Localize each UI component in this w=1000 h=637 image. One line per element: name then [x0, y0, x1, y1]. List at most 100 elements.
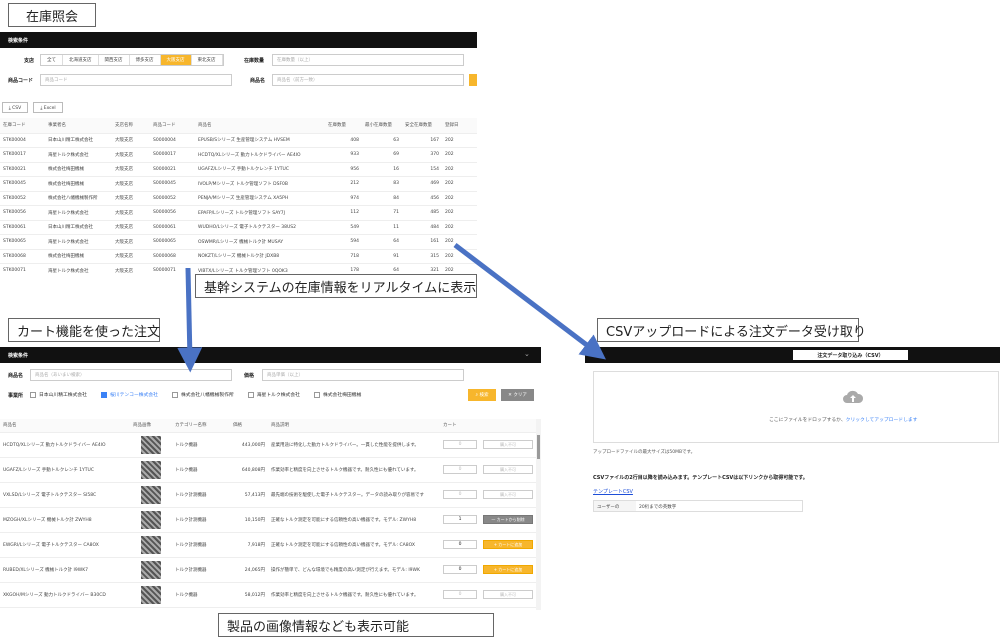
- table-cell: 202: [442, 162, 477, 177]
- description: 正確なトルク測定を可能にする信頼性の高い機器です。モデル: CA8OX: [268, 532, 440, 558]
- quantity-input[interactable]: 0: [443, 565, 477, 574]
- cart-clear-button[interactable]: ✕ クリア: [501, 389, 534, 401]
- branch-option[interactable]: 博多支店: [130, 55, 161, 65]
- description: 最先端の技術を駆使した電子トルクテスター。データの読み取りが容易です: [268, 482, 440, 508]
- table-cell: STK00065: [0, 234, 45, 250]
- dropzone[interactable]: ここにファイルをドロップするか、クリックしてアップロードします: [593, 371, 999, 443]
- column-header[interactable]: 商品名: [195, 118, 325, 134]
- product-image: [130, 482, 172, 508]
- table-cell: 408: [325, 133, 362, 148]
- inventory-search-header: 検索条件: [0, 32, 477, 48]
- caption-inventory: 在庫照会: [8, 3, 96, 27]
- table-cell: STK00004: [0, 133, 45, 148]
- cart-action-button[interactable]: 購入不可: [483, 490, 533, 499]
- quantity-input[interactable]: 0: [443, 590, 477, 599]
- price-input[interactable]: 商品単価（以上）: [262, 369, 464, 381]
- column-header[interactable]: 支店名称: [112, 118, 150, 134]
- cart-name-input[interactable]: 商品名（あいまい検索）: [30, 369, 232, 381]
- quantity-input[interactable]: 0: [443, 540, 477, 549]
- vendor-checkbox[interactable]: 日本山川精工株式会社: [30, 391, 87, 398]
- column-header[interactable]: 最小在庫数量: [362, 118, 402, 134]
- table-row[interactable]: STK00056 海星トルク株式会社 大阪支店 S0000056 EPAFP/Lシリーズ…: [0, 205, 477, 221]
- vendor-checkbox[interactable]: 株式会社八幡機械製作所: [171, 391, 234, 398]
- column-header[interactable]: 在庫数量: [325, 118, 362, 134]
- template-link[interactable]: テンプレートCSV: [593, 488, 633, 495]
- name-input[interactable]: 商品名（前方一致）: [272, 74, 464, 86]
- cart-action-button[interactable]: 購入不可: [483, 465, 533, 474]
- table-cell: 日本山川精工株式会社: [45, 220, 112, 235]
- csv-title: 注文データ取り込み（CSV）: [793, 350, 908, 360]
- column-header[interactable]: 在庫コード: [0, 118, 45, 134]
- table-row[interactable]: STK00061 日本山川精工株式会社 大阪支店 S0000061 WUDHO/Lシリー…: [0, 220, 477, 235]
- stock-input[interactable]: 在庫数量（以上）: [272, 54, 464, 66]
- table-cell: 84: [362, 191, 402, 206]
- table-cell: S0000052: [150, 191, 195, 206]
- quantity-input[interactable]: 0: [443, 465, 477, 474]
- column-header: カテゴリー名称: [172, 419, 230, 433]
- table-cell: STK00021: [0, 162, 45, 177]
- spec-value: 20桁までの英数字: [639, 505, 677, 510]
- caption-cart: カート機能を使った注文: [8, 318, 160, 342]
- csv-export-button[interactable]: ⤓ CSV: [2, 102, 28, 113]
- cart-action-button[interactable]: + カートに追加: [483, 565, 533, 574]
- table-cell: 315: [402, 249, 442, 264]
- column-header[interactable]: 商品コード: [150, 118, 195, 134]
- column-header[interactable]: 事業者名: [45, 118, 112, 134]
- cart-action-button[interactable]: 購入不可: [483, 440, 533, 449]
- column-header[interactable]: 登録日: [442, 118, 477, 134]
- branch-option[interactable]: 北海道支店: [63, 55, 99, 65]
- description: 産業用途に特化した動力トルクドライバー。一貫した性能を提供します。: [268, 432, 440, 458]
- table-row[interactable]: STK00017 海星トルク株式会社 大阪支店 S0000017 HCDTQ/XLシリー…: [0, 147, 477, 163]
- quantity-input[interactable]: 0: [443, 440, 477, 449]
- excel-export-button[interactable]: ⤓ Excel: [33, 102, 63, 113]
- branch-option[interactable]: 関西支店: [99, 55, 130, 65]
- quantity-input[interactable]: 1: [443, 515, 477, 524]
- branch-option[interactable]: 大阪支店: [160, 55, 192, 65]
- vendor-checkbox[interactable]: 桜川テンコー株式会社: [100, 391, 158, 398]
- table-row[interactable]: STK00065 海星トルク株式会社 大阪支店 S0000065 OSWMR/Lシリーズ…: [0, 234, 477, 250]
- table-cell: EPAFP/Lシリーズ トルク管理ソフト SAY7J: [195, 205, 325, 221]
- table-row[interactable]: STK00068 株式会社梅田機械 大阪支店 S0000068 NOKZT/Lシリーズ …: [0, 249, 477, 264]
- search-button[interactable]: [469, 74, 477, 86]
- table-row[interactable]: STK00071 海星トルク株式会社 大阪支店 S0000071 VIBTX/Lシリーズ…: [0, 263, 477, 274]
- table-cell: S0000068: [150, 249, 195, 264]
- table-cell: 202: [442, 263, 477, 274]
- column-header[interactable]: 安全在庫数量: [402, 118, 442, 134]
- table-cell: S0000056: [150, 205, 195, 221]
- table-cell: 海星トルク株式会社: [45, 205, 112, 221]
- table-row[interactable]: STK00021 株式会社梅田機械 大阪支店 S0000021 UGAFZ/Lシリーズ …: [0, 162, 477, 177]
- table-cell: 202: [442, 220, 477, 235]
- upload-link[interactable]: クリックしてアップロードします: [846, 418, 918, 423]
- csv-spec-table: ユーザーの 20桁までの英数字: [593, 500, 803, 512]
- branch-option[interactable]: 東北支店: [192, 55, 223, 65]
- collapse-icon[interactable]: ⌄: [524, 350, 530, 358]
- price: 58,012円: [230, 582, 268, 608]
- table-cell: 370: [402, 147, 442, 163]
- drop-text: ここにファイルをドロップするか、クリックしてアップロードします: [769, 418, 918, 423]
- cart-search-button[interactable]: ⌕ 検索: [468, 389, 496, 401]
- table-row: VXLSD/Lシリーズ 電子トルクテスター SI58C トルク計測機器 57,413…: [0, 482, 536, 508]
- table-cell: 469: [402, 176, 442, 192]
- table-row[interactable]: STK00052 株式会社八幡機械製作所 大阪支店 S0000052 PENJA/Mシリ…: [0, 191, 477, 206]
- table-cell: S0000004: [150, 133, 195, 148]
- table-row[interactable]: STK00045 株式会社梅田機械 大阪支店 S0000045 IVOLP/Mシリーズ …: [0, 176, 477, 192]
- quantity-input[interactable]: 0: [443, 490, 477, 499]
- vendor-checkbox[interactable]: 海星トルク株式会社: [247, 391, 300, 398]
- table-row: XKGOH/Mシリーズ 動力トルクドライバー B30CD トルク機器 58,012円…: [0, 582, 536, 608]
- branch-option[interactable]: 全て: [41, 55, 63, 65]
- vendor-checkbox[interactable]: 株式会社梅田機械: [313, 391, 361, 398]
- column-header: 価格: [230, 419, 268, 433]
- price: 640,808円: [230, 457, 268, 483]
- cart-action-button[interactable]: 購入不可: [483, 590, 533, 599]
- product-thumbnail: [141, 585, 161, 604]
- code-input[interactable]: 商品コード: [40, 74, 232, 86]
- cart-scrollbar[interactable]: [536, 419, 541, 610]
- category: トルク計測機器: [172, 532, 230, 558]
- table-cell: STK00056: [0, 205, 45, 221]
- cart-action-button[interactable]: + カートに追加: [483, 540, 533, 549]
- category: トルク機器: [172, 582, 230, 608]
- cart-action-button[interactable]: — カートから削除: [483, 515, 533, 524]
- table-cell: 91: [362, 249, 402, 264]
- table-row[interactable]: STK00004 日本山川精工株式会社 大阪支店 S0000004 EPUSB/Sシリー…: [0, 133, 477, 148]
- product-image: [130, 532, 172, 558]
